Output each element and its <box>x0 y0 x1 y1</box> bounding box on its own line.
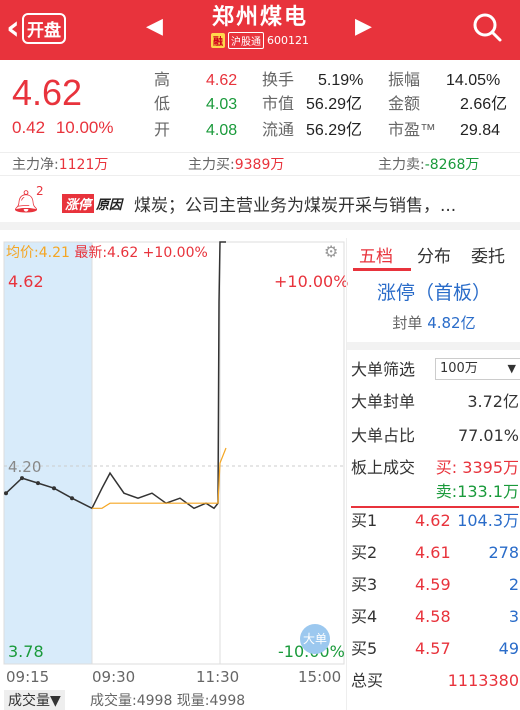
bid-row[interactable]: 买2 4.61 278 <box>351 540 519 566</box>
pct-label-top: +10.00% <box>274 272 349 291</box>
next-stock-button[interactable]: ▶ <box>355 14 372 39</box>
tab-distribution[interactable]: 分布 <box>417 242 451 267</box>
amount-label: 金额 <box>388 96 421 113</box>
board-sell-row: 卖:133.1万 <box>435 482 519 501</box>
quote-panel: 4.62 0.42 10.00% 高 4.62 低 4.03 开 4.08 换手… <box>0 60 520 152</box>
net-inflow: 主力净:1121万 <box>12 157 109 173</box>
total-bid-row: 总买 1113380 <box>351 671 519 690</box>
volume-text: 成交量:4998 现量:4998 <box>90 693 246 709</box>
auction-point <box>20 476 24 481</box>
chart-header: 均价:4.21 最新:4.62 +10.00% <box>6 242 208 262</box>
x-label-1130: 11:30 <box>196 668 240 686</box>
search-icon <box>473 13 502 42</box>
bid-row[interactable]: 买5 4.57 49 <box>351 636 519 662</box>
current-price: 4.62 <box>12 72 83 113</box>
main-force-flow[interactable]: 主力净:1121万 主力买:9389万 主力卖:-8268万 <box>0 152 520 176</box>
price-change: 0.42 10.00% <box>12 118 114 138</box>
open-value: 4.08 <box>206 122 238 139</box>
top-bar: ‹ 开盘 ◀ 郑州煤电 融 沪股通 600121 ▶ <box>0 0 520 60</box>
stock-title: 郑州煤电 融 沪股通 600121 <box>180 4 340 49</box>
dropdown-arrow-icon: ▼ <box>507 362 516 375</box>
chart-canvas <box>3 241 345 665</box>
change-pct: 10.00% <box>55 118 114 137</box>
avg-price-line <box>92 447 227 509</box>
filter-row: 大单筛选 100万 ▼ <box>351 358 520 382</box>
limit-up-reason-badge: 涨停 原因 <box>62 192 124 214</box>
main-buy: 主力买:9389万 <box>188 157 285 173</box>
mcap-value: 56.29亿 <box>306 96 363 113</box>
triangle-right-icon: ▶ <box>355 14 372 39</box>
amp-label: 振幅 <box>388 72 421 89</box>
avg-price-label: 均价:4.21 <box>6 245 70 261</box>
pre-open-region <box>4 242 92 664</box>
board-trade-row: 板上成交 买: 3395万 <box>351 458 519 477</box>
stock-name: 郑州煤电 <box>211 5 308 30</box>
margin-tag: 融 <box>211 33 225 48</box>
low-value: 4.03 <box>206 96 238 113</box>
turnover-value: 5.19% <box>318 72 364 89</box>
big-ratio-row: 大单占比 77.01% <box>351 426 519 445</box>
gear-icon[interactable]: ⚙ <box>324 242 338 261</box>
tab-orders[interactable]: 委托 <box>471 242 505 267</box>
main-sell: 主力卖:-8268万 <box>378 157 480 173</box>
change-value: 0.42 <box>12 118 46 137</box>
tab-five-levels[interactable]: 五档 <box>359 242 393 267</box>
active-tab-indicator <box>353 268 411 271</box>
stock-code: 600121 <box>267 34 309 47</box>
high-value: 4.62 <box>206 72 238 89</box>
hgt-tag: 沪股通 <box>228 32 264 49</box>
filter-select[interactable]: 100万 ▼ <box>435 358 520 380</box>
chevron-left-icon: ‹ <box>6 8 21 48</box>
notice-count: 2 <box>36 184 44 198</box>
limit-board-status: 涨停（首板） <box>376 282 491 304</box>
amp-value: 14.05% <box>446 72 501 89</box>
high-label: 高 <box>154 72 171 89</box>
divider <box>347 342 520 350</box>
volume-indicator-button[interactable]: 成交量▼ <box>4 690 65 710</box>
low-label: 低 <box>154 96 171 113</box>
seal-order: 封单 4.82亿 <box>392 314 476 332</box>
volume-bar: 成交量▼ 成交量:4998 现量:4998 <box>0 690 346 710</box>
auction-point <box>4 491 8 496</box>
bid-row[interactable]: 买3 4.59 2 <box>351 572 519 598</box>
limit-up-notice[interactable]: 🔔︎ 2 涨停 原因 煤炭；公司主营业务为煤炭开采与销售，... <box>0 180 520 230</box>
bid-row[interactable]: 买1 4.62 104.3万 <box>351 508 519 534</box>
search-button[interactable] <box>470 10 504 44</box>
back-button[interactable]: ‹ 开盘 <box>6 8 76 48</box>
kaipan-badge: 开盘 <box>22 12 67 44</box>
x-label-0930: 09:30 <box>92 668 136 686</box>
auction-point <box>36 481 40 486</box>
y-label-top: 4.62 <box>8 272 44 291</box>
y-label-bottom: 3.78 <box>8 642 44 661</box>
prev-stock-button[interactable]: ◀ <box>146 14 163 39</box>
notice-text: 煤炭；公司主营业务为煤炭开采与销售，... <box>134 196 457 216</box>
x-label-0915: 09:15 <box>6 668 50 686</box>
intraday-chart[interactable]: 均价:4.21 最新:4.62 +10.00% ⚙ 4.62 4.20 3.78… <box>0 238 349 688</box>
float-value: 56.29亿 <box>306 122 363 139</box>
pe-value: 29.84 <box>460 122 501 139</box>
big-order-watermark[interactable]: 大单 <box>300 624 330 654</box>
y-label-mid: 4.20 <box>8 458 42 476</box>
auction-point <box>70 496 74 501</box>
float-label: 流通 <box>262 122 295 139</box>
bid-row[interactable]: 买4 4.58 3 <box>351 604 519 630</box>
mcap-label: 市值 <box>262 96 295 113</box>
big-seal-row: 大单封单 3.72亿 <box>351 392 519 411</box>
turnover-label: 换手 <box>262 72 295 89</box>
order-book-panel: 五档 分布 委托 涨停（首板） 封单 4.82亿 大单筛选 100万 ▼ 大单封… <box>346 238 520 710</box>
open-label: 开 <box>154 122 171 139</box>
triangle-left-icon: ◀ <box>146 14 163 39</box>
latest-price-label: 最新:4.62 +10.00% <box>74 245 208 261</box>
auction-point <box>52 486 56 491</box>
pe-label: 市盈™ <box>388 122 437 139</box>
x-label-1500: 15:00 <box>298 668 342 686</box>
amount-value: 2.66亿 <box>460 96 508 113</box>
